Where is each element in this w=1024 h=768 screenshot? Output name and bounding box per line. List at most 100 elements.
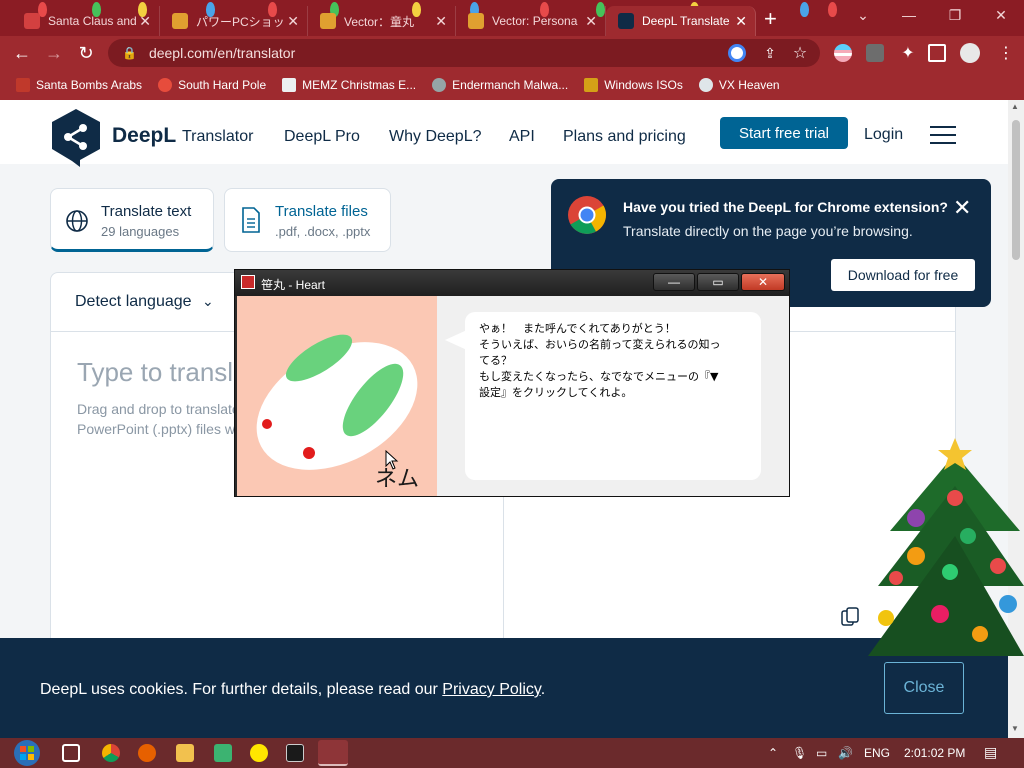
globe-icon — [66, 210, 88, 232]
microphone-icon[interactable]: 🎙 — [792, 746, 807, 760]
clock[interactable]: 2:01:02 PM — [904, 746, 965, 760]
bookmark-favicon-icon — [584, 78, 599, 92]
popup-minimize-button[interactable]: — — [653, 273, 695, 291]
tab-strip: Santa Claus and ✕ パワーPCショップ ✕ Vector：童丸 … — [0, 0, 1024, 36]
close-banner-icon[interactable]: ✕ — [953, 195, 971, 221]
close-tab-icon[interactable]: ✕ — [139, 13, 151, 30]
browser-tab[interactable]: Vector: Persona ✕ — [456, 6, 606, 36]
file-explorer-icon[interactable] — [176, 744, 194, 762]
bookmarks-bar: Santa Bombs Arabs South Hard Pole MEMZ C… — [0, 70, 1024, 100]
bookmark-item[interactable]: Santa Bombs Arabs — [16, 78, 142, 92]
popup-maximize-button[interactable]: ▭ — [697, 273, 739, 291]
bookmark-item[interactable]: VX Heaven — [698, 78, 780, 92]
banner-subtitle: Translate directly on the page you’re br… — [623, 223, 913, 239]
new-tab-button[interactable]: + — [764, 6, 777, 32]
chrome-logo-icon — [568, 196, 607, 234]
share-icon[interactable]: ⇪ — [758, 41, 782, 65]
hamburger-menu-icon[interactable] — [930, 126, 956, 144]
nav-why-deepl[interactable]: Why DeepL? — [389, 128, 482, 146]
profile-avatar-icon[interactable] — [960, 43, 980, 63]
browser-tab[interactable]: パワーPCショップ ✕ — [160, 6, 308, 36]
cookie-text: DeepL uses cookies. For further details,… — [40, 681, 546, 698]
popup-close-button[interactable]: ✕ — [741, 273, 785, 291]
scroll-down-icon[interactable]: ▼ — [1011, 724, 1019, 733]
source-language-select[interactable]: Detect language ⌄ — [75, 293, 214, 311]
minimize-window-button[interactable]: — — [886, 0, 932, 30]
light-bulb-icon — [800, 2, 809, 17]
scroll-up-icon[interactable]: ▲ — [1011, 102, 1019, 111]
browser-tab[interactable]: Santa Claus and ✕ — [12, 6, 160, 36]
extension-flag-icon[interactable] — [834, 44, 852, 62]
copy-icon[interactable] — [841, 607, 859, 627]
christmas-tree-icon — [868, 438, 1024, 656]
tab-favicon-icon — [468, 13, 484, 29]
source-text-input[interactable]: Type to translate — [77, 357, 247, 388]
restore-window-button[interactable]: ❐ — [932, 0, 978, 30]
smiley-app-icon[interactable] — [250, 744, 268, 762]
sasamaru-taskbar-icon[interactable] — [318, 740, 348, 766]
tab-search-icon[interactable]: ⌄ — [840, 0, 886, 30]
bookmark-item[interactable]: Endermanch Malwa... — [432, 78, 568, 92]
login-link[interactable]: Login — [864, 126, 903, 144]
forward-arrow-icon[interactable]: → — [42, 41, 66, 65]
more-menu-icon[interactable]: ⋮ — [994, 41, 1018, 65]
bookmark-favicon-icon — [432, 78, 447, 92]
mode-title: Translate files — [275, 203, 368, 220]
notifications-icon[interactable]: ▤ — [984, 744, 997, 761]
input-language[interactable]: ENG — [864, 746, 890, 760]
browser-tab-active[interactable]: DeepL Translate ✕ — [606, 6, 756, 36]
close-window-button[interactable]: ✕ — [978, 0, 1024, 30]
start-button-icon[interactable] — [8, 738, 46, 768]
google-icon[interactable] — [728, 44, 746, 62]
brand-subtitle: Translator — [182, 128, 254, 145]
network-icon[interactable]: ▭ — [816, 746, 827, 760]
deepl-favicon-icon — [618, 13, 634, 29]
task-view-icon[interactable] — [62, 744, 80, 762]
popup-titlebar[interactable]: 笹丸 - Heart — ▭ ✕ — [235, 270, 789, 296]
nav-plans-pricing[interactable]: Plans and pricing — [563, 128, 686, 146]
bookmark-item[interactable]: Windows ISOs — [584, 78, 683, 92]
cookie-banner: DeepL uses cookies. For further details,… — [0, 638, 1008, 738]
scrollbar-thumb[interactable] — [1012, 120, 1020, 260]
bookmark-item[interactable]: MEMZ Christmas E... — [282, 78, 416, 92]
nav-api[interactable]: API — [509, 128, 535, 146]
volume-icon[interactable]: 🔊 — [838, 746, 853, 760]
reload-icon[interactable]: ↻ — [74, 41, 98, 65]
download-for-free-button[interactable]: Download for free — [831, 259, 975, 291]
tray-overflow-icon[interactable]: ⌃ — [768, 746, 778, 760]
bookmark-item[interactable]: South Hard Pole — [158, 78, 266, 92]
close-tab-icon[interactable]: ✕ — [585, 13, 597, 30]
extension-s-icon[interactable] — [866, 44, 884, 62]
document-icon — [242, 207, 260, 233]
extensions-puzzle-icon[interactable]: ✦ — [896, 41, 920, 65]
browser-tab[interactable]: Vector：童丸 ✕ — [308, 6, 456, 36]
snow-rabbit-image[interactable]: ネム — [237, 296, 437, 496]
chrome-taskbar-icon[interactable] — [102, 744, 120, 762]
sasamaru-window: 笹丸 - Heart — ▭ ✕ ネム やぁ！ また呼んでくれてありがとう！ そ… — [234, 269, 790, 497]
speech-bubble-tail — [445, 330, 467, 350]
firefox-taskbar-icon[interactable] — [138, 744, 156, 762]
tab-favicon-icon — [172, 13, 188, 29]
nav-deepl-pro[interactable]: DeepL Pro — [284, 128, 360, 146]
bookmark-star-icon[interactable]: ☆ — [788, 41, 812, 65]
deepl-logo-icon[interactable] — [50, 107, 102, 167]
brand-name[interactable]: DeepL — [112, 124, 176, 148]
app-taskbar-icon[interactable] — [214, 744, 232, 762]
start-free-trial-button[interactable]: Start free trial — [720, 117, 848, 149]
privacy-policy-link[interactable]: Privacy Policy — [442, 681, 540, 698]
back-arrow-icon[interactable]: ← — [10, 41, 34, 65]
lock-icon[interactable]: 🔒 — [122, 46, 137, 60]
tab-translate-files[interactable]: Translate files .pdf, .docx, .pptx — [224, 188, 391, 252]
close-tab-icon[interactable]: ✕ — [287, 13, 299, 30]
address-bar[interactable]: 🔒 deepl.com/en/translator — [108, 39, 820, 67]
side-panel-icon[interactable] — [928, 44, 946, 62]
toolbar: ← → ↻ 🔒 deepl.com/en/translator ⇪ ☆ ✦ ⋮ — [0, 36, 1024, 70]
cookie-close-button[interactable]: Close — [884, 662, 964, 714]
close-tab-icon[interactable]: ✕ — [435, 13, 447, 30]
7zip-icon[interactable] — [286, 744, 304, 762]
mode-subtitle: 29 languages — [101, 224, 180, 239]
tab-translate-text[interactable]: Translate text 29 languages — [50, 188, 214, 252]
bookmark-favicon-icon — [282, 78, 297, 92]
close-tab-icon[interactable]: ✕ — [735, 13, 747, 30]
mouse-cursor-icon — [385, 450, 399, 470]
